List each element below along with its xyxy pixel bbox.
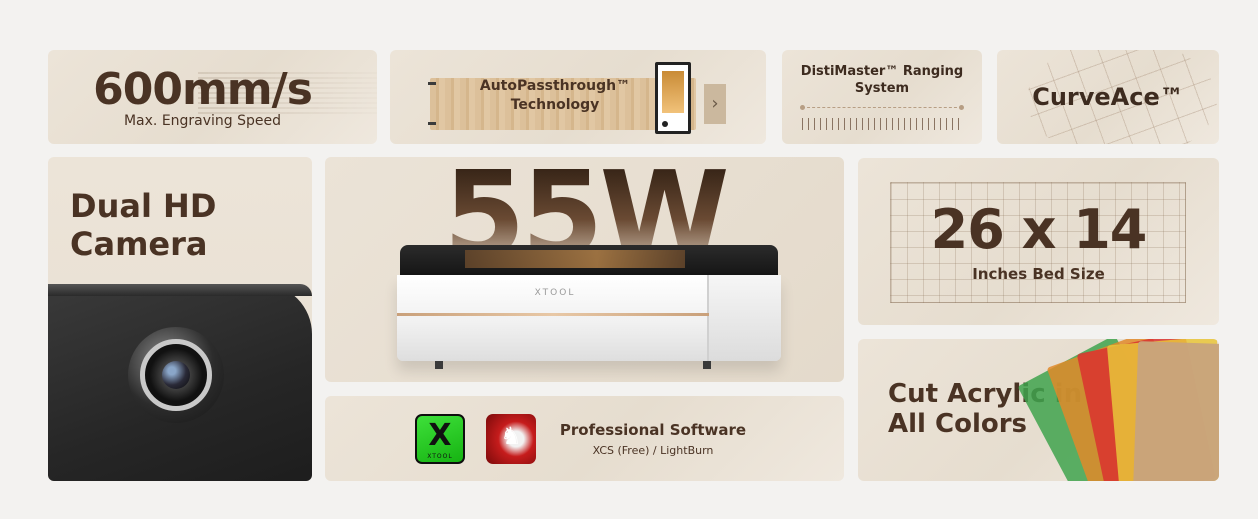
machine-lid-window: [465, 250, 685, 268]
autopassthrough-card: AutoPassthrough™ Technology ›: [390, 50, 766, 144]
curveace-title: CurveAce™: [1032, 83, 1184, 111]
distimaster-title: DistiMaster™ Ranging System: [800, 64, 964, 96]
software-title: Professional Software: [559, 421, 747, 439]
machine-window: [662, 71, 684, 113]
machine-brand-label: XTOOL: [534, 288, 576, 298]
range-line-decoration: [800, 105, 964, 110]
machine-foot: [703, 361, 711, 369]
plank-pin: [428, 82, 436, 85]
camera-lens-core: [162, 361, 190, 389]
xcs-icon-label: XTOOL: [427, 453, 453, 460]
bed-size-label: Inches Bed Size: [972, 265, 1105, 283]
bed-size-card: 26 x 14 Inches Bed Size: [858, 158, 1219, 325]
dual-camera-card: Dual HD Camera: [48, 157, 312, 481]
distimaster-card: DistiMaster™ Ranging System: [782, 50, 982, 144]
acrylic-card: Cut Acrylic in All Colors: [858, 339, 1219, 481]
machine-side-image: [655, 62, 691, 134]
lightburn-app-icon: ♞: [486, 414, 536, 464]
speed-value: 600mm/s: [93, 64, 313, 115]
ruler-decoration: [802, 118, 962, 130]
curveace-card: CurveAce™: [997, 50, 1219, 144]
autopassthrough-title: AutoPassthrough™ Technology: [479, 78, 631, 113]
machine-foot: [435, 361, 443, 369]
bed-size-value: 26 x 14: [930, 198, 1148, 261]
xcs-app-icon: X XTOOL: [415, 414, 465, 464]
machine-side-panel: [707, 275, 781, 361]
software-subtitle: XCS (Free) / LightBurn: [592, 444, 714, 457]
acrylic-sheet-glitter: [1133, 341, 1219, 481]
software-card: X XTOOL ♞ Professional Software XCS (Fre…: [325, 396, 844, 481]
camera-body-edge: [48, 284, 312, 296]
speed-label: Max. Engraving Speed: [123, 113, 282, 129]
laser-power-card: 55W XTOOL: [325, 157, 844, 382]
machine-button: [662, 121, 668, 127]
dragon-glyph: ♞: [500, 422, 522, 450]
machine-stripe: [397, 313, 709, 316]
plank-pin: [428, 122, 436, 125]
chevron-right-icon: ›: [704, 84, 726, 124]
xcs-x-glyph: X: [428, 418, 452, 453]
engraving-speed-card: 600mm/s Max. Engraving Speed: [48, 50, 377, 144]
camera-title: Dual HD Camera: [70, 187, 217, 263]
